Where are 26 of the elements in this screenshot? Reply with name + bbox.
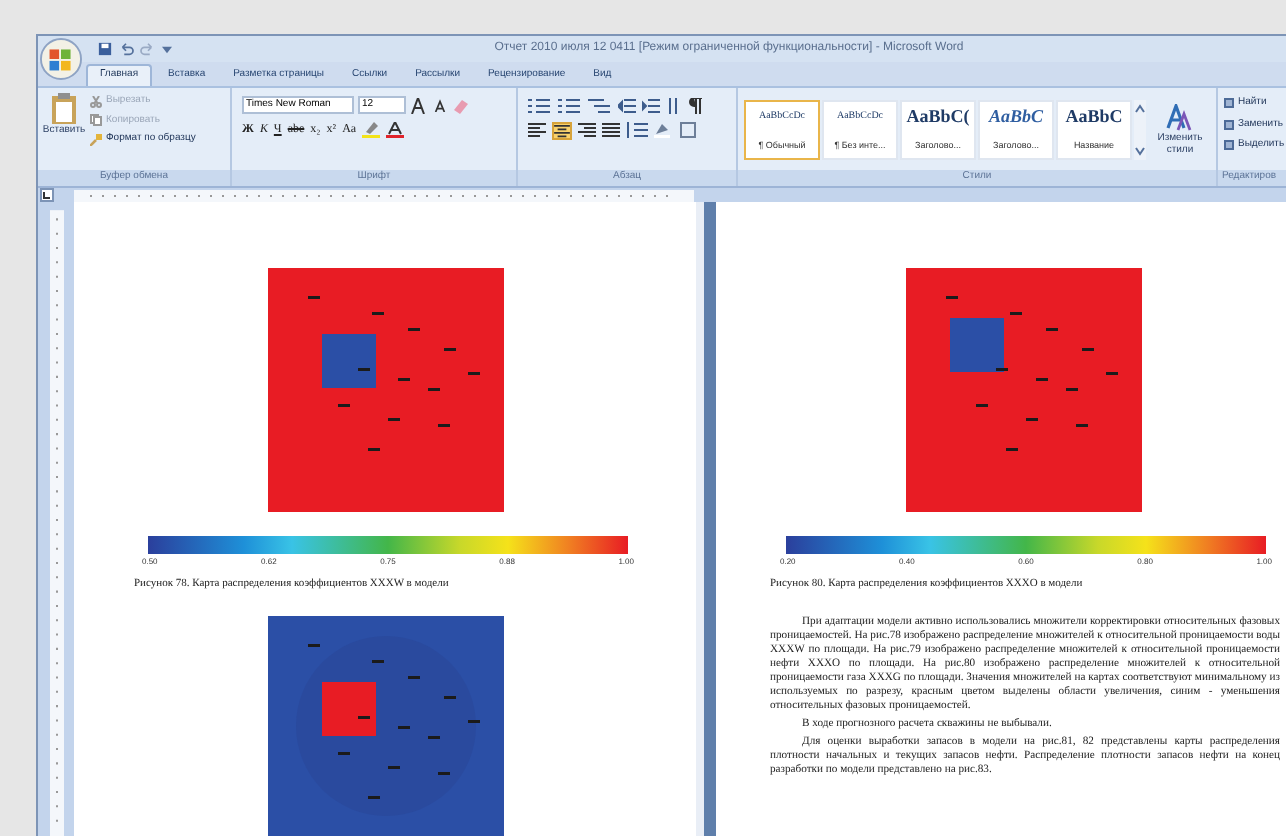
bullets-icon[interactable] — [528, 98, 552, 114]
shrink-font-icon[interactable] — [432, 98, 448, 112]
scissors-icon — [90, 95, 102, 108]
scroll-arrows-icon[interactable] — [1134, 99, 1146, 159]
copy-icon — [90, 114, 102, 127]
shading-icon[interactable] — [654, 122, 674, 138]
undo-icon[interactable] — [118, 42, 134, 56]
ruler-toggle-icon[interactable] — [40, 188, 54, 202]
grow-font-icon[interactable] — [410, 97, 428, 113]
clipboard-icon — [49, 92, 78, 124]
paintbrush-icon — [90, 133, 102, 146]
increase-indent-icon[interactable] — [642, 98, 660, 114]
line-spacing-icon[interactable] — [626, 122, 648, 138]
font-color-icon[interactable] — [386, 122, 405, 138]
styles-icon — [1166, 103, 1194, 131]
pilcrow-icon[interactable] — [688, 98, 702, 114]
align-left-icon[interactable] — [528, 122, 546, 138]
multilevel-list-icon[interactable] — [588, 98, 612, 114]
dropdown-icon[interactable] — [162, 45, 172, 53]
justify-icon[interactable] — [602, 122, 620, 138]
align-right-icon[interactable] — [578, 122, 596, 138]
align-center-icon[interactable] — [552, 122, 572, 140]
horizontal-ruler[interactable] — [74, 189, 694, 201]
save-icon[interactable] — [98, 42, 112, 56]
decrease-indent-icon[interactable] — [618, 98, 636, 114]
numbering-icon[interactable] — [558, 98, 582, 114]
